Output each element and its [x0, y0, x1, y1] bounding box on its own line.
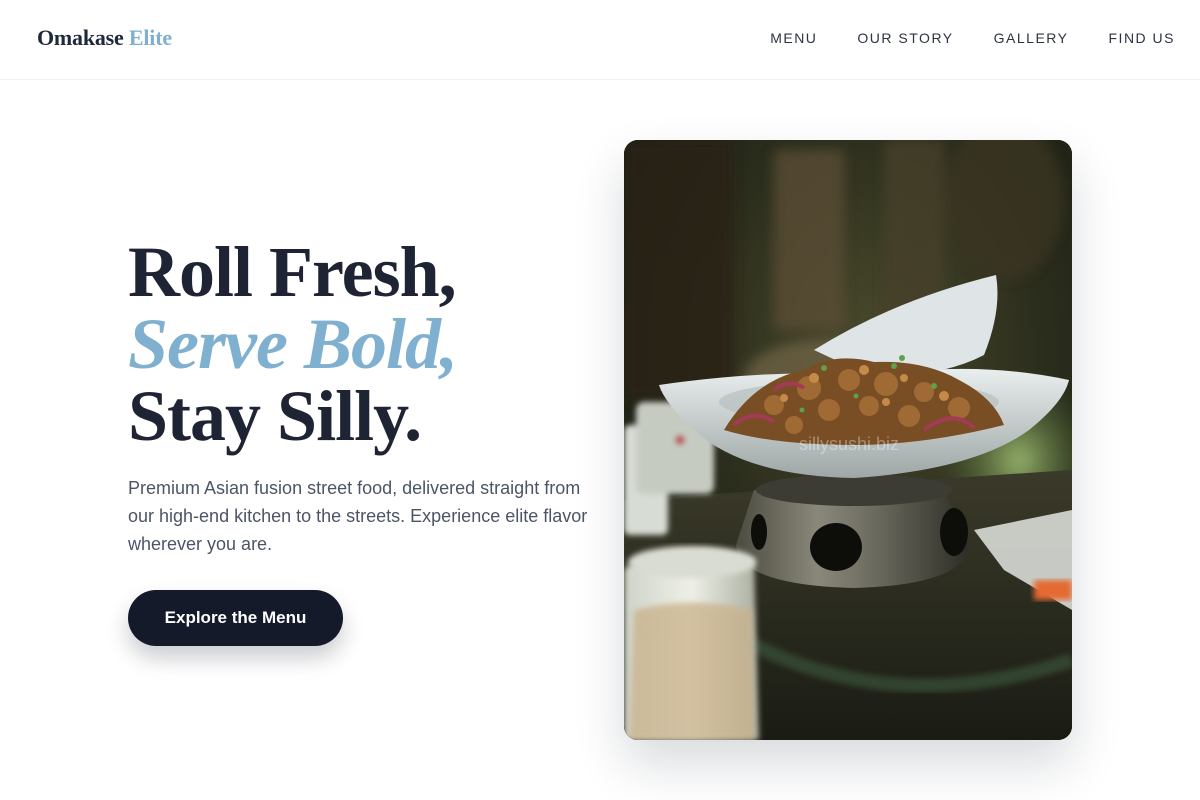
hero-text: Roll Fresh, Serve Bold, Stay Silly. Prem…: [128, 236, 598, 558]
hero-description: Premium Asian fusion street food, delive…: [128, 478, 588, 554]
nav-link-find-us[interactable]: FIND US: [1109, 30, 1176, 46]
nav-link-our-story[interactable]: OUR STORY: [857, 30, 953, 46]
navbar: Omakase Elite MENU OUR STORY GALLERY FIN…: [0, 0, 1200, 80]
explore-menu-button[interactable]: Explore the Menu: [128, 590, 343, 646]
image-watermark: sillysushi.biz: [799, 434, 899, 454]
headline-line-2: Serve Bold,: [128, 304, 458, 384]
hero-food-image: sillysushi.biz: [624, 140, 1072, 740]
nav-link-menu[interactable]: MENU: [770, 30, 817, 46]
brand-logo[interactable]: Omakase Elite: [37, 25, 172, 51]
brand-accent: Elite: [128, 25, 172, 50]
headline-line-3: Stay Silly.: [128, 376, 422, 456]
food-photo-illustration: sillysushi.biz: [624, 140, 1072, 740]
nav-link-gallery[interactable]: GALLERY: [994, 30, 1069, 46]
main-nav: MENU OUR STORY GALLERY FIND US: [730, 30, 1175, 46]
headline-line-1: Roll Fresh,: [128, 232, 457, 312]
brand-name: Omakase: [37, 25, 124, 50]
hero-headline: Roll Fresh, Serve Bold, Stay Silly.: [128, 236, 598, 452]
